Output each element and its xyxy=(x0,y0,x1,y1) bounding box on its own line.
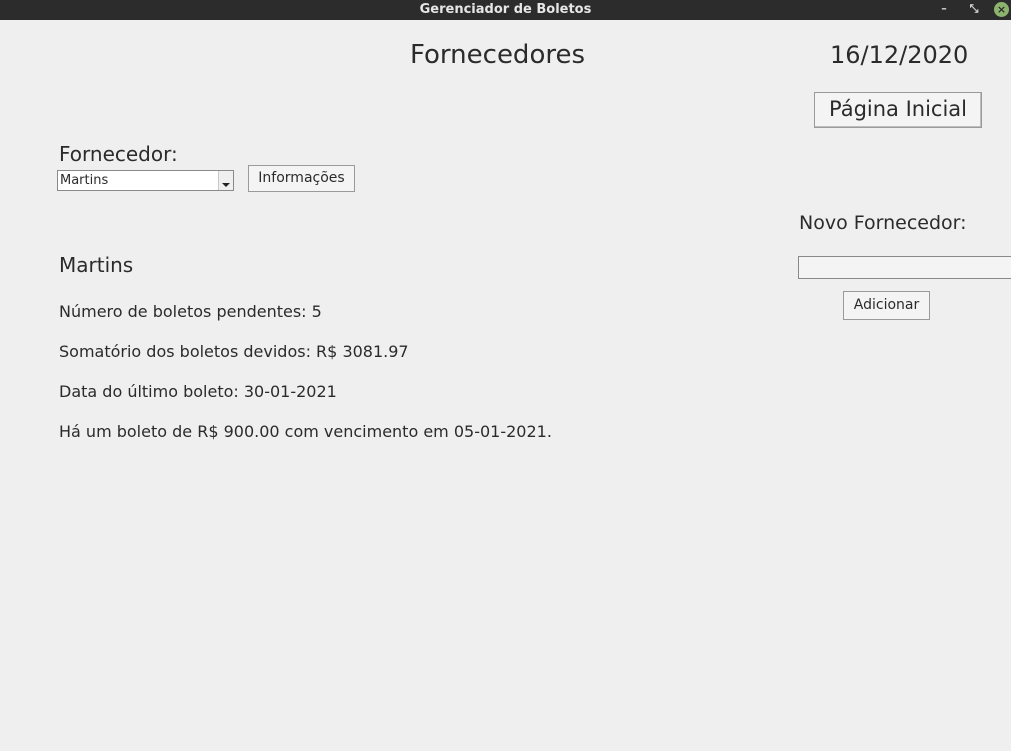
supplier-combobox-value[interactable]: Martins xyxy=(60,172,108,190)
new-supplier-label: Novo Fornecedor: xyxy=(799,212,967,234)
next-due-text: Há um boleto de R$ 900.00 com vencimento… xyxy=(59,422,552,441)
info-button[interactable]: Informações xyxy=(248,165,355,192)
maximize-icon[interactable]: ⤡ xyxy=(965,0,983,20)
pending-count-text: Número de boletos pendentes: 5 xyxy=(59,302,322,321)
current-date: 16/12/2020 xyxy=(830,41,969,69)
add-supplier-button[interactable]: Adicionar xyxy=(843,291,930,320)
page-title: Fornecedores xyxy=(410,40,586,70)
window-title: Gerenciador de Boletos xyxy=(419,2,592,17)
new-supplier-input[interactable] xyxy=(798,256,1011,279)
supplier-name-heading: Martins xyxy=(59,253,134,277)
minimize-icon[interactable]: – xyxy=(935,0,953,20)
supplier-combobox[interactable]: Martins xyxy=(57,170,234,191)
supplier-label: Fornecedor: xyxy=(59,142,178,166)
home-page-button[interactable]: Página Inicial xyxy=(814,92,982,128)
last-boleto-date-text: Data do último boleto: 30-01-2021 xyxy=(59,382,337,401)
total-due-text: Somatório dos boletos devidos: R$ 3081.9… xyxy=(59,342,409,361)
close-icon[interactable]: × xyxy=(994,2,1009,17)
window-titlebar: Gerenciador de Boletos – ⤡ × xyxy=(0,0,1011,20)
chevron-down-icon[interactable] xyxy=(218,171,233,190)
